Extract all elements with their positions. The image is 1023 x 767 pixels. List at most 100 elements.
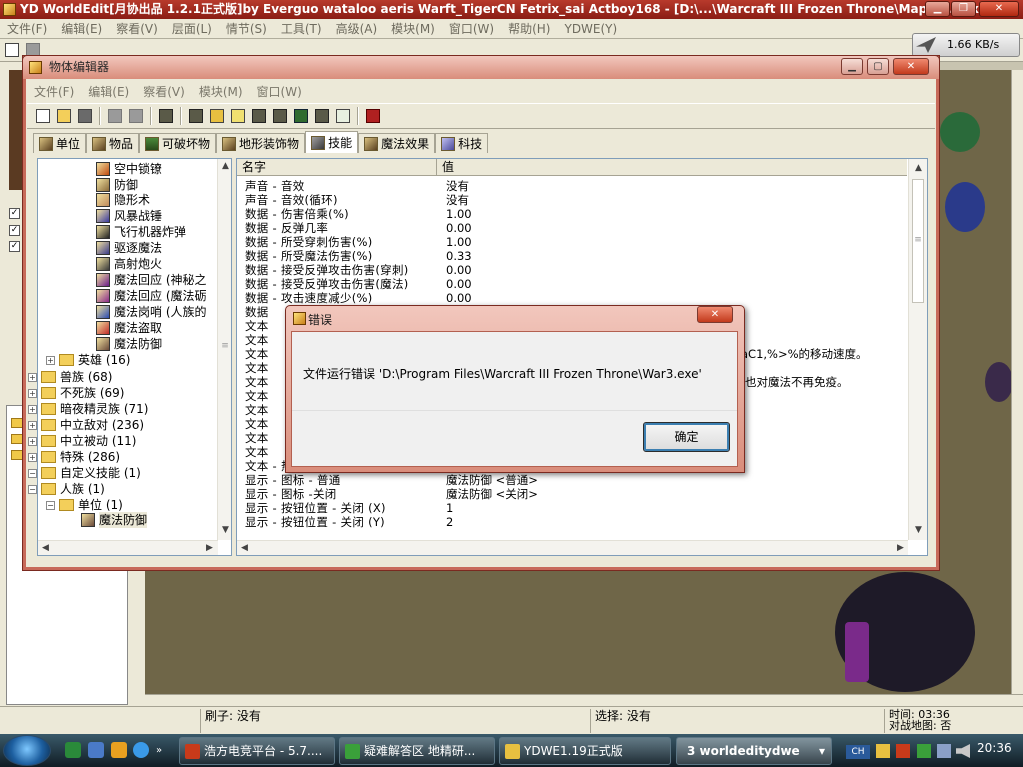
table-row-name[interactable]: 文本 [245, 445, 269, 459]
scroll-left-arrow[interactable]: ◀ [237, 541, 252, 556]
expand-toggle-icon[interactable]: − [28, 484, 37, 494]
map-unit[interactable] [940, 112, 980, 152]
table-row-name[interactable]: 文本 [245, 319, 269, 333]
sound-editor-button[interactable] [228, 106, 248, 126]
option-checkbox-2[interactable]: ✓ [9, 225, 20, 236]
clock[interactable]: 20:36 [977, 741, 1012, 755]
quicklaunch-icon[interactable] [133, 742, 149, 758]
tree-node[interactable]: + 暗夜精灵族 (71) [28, 401, 148, 417]
table-row-name[interactable]: 数据 - 接受反弹攻击伤害(魔法) [245, 277, 409, 291]
tree-node[interactable]: + 兽族 (68) [28, 369, 112, 385]
taskbar-button[interactable]: 疑难解答区 地精研... [339, 737, 495, 765]
test-map-button[interactable] [333, 106, 353, 126]
tray-icon[interactable] [896, 744, 910, 758]
table-row-name[interactable]: 声音 - 音效(循环) [245, 193, 338, 207]
oe-menu-window[interactable]: 窗口(W) [250, 83, 309, 100]
table-row-value[interactable]: 1.00 [446, 235, 472, 249]
expand-toggle-icon[interactable]: + [46, 355, 55, 365]
table-row-value[interactable]: 0.00 [446, 221, 472, 235]
tab-destructibles[interactable]: 可破坏物 [139, 133, 217, 153]
ai-button[interactable] [291, 106, 311, 126]
trigger-editor-button[interactable] [186, 106, 206, 126]
tree-node[interactable]: + 不死族 (69) [28, 385, 124, 401]
tree-node[interactable]: + 特殊 (286) [28, 449, 120, 465]
table-row-value[interactable]: aC1,%>%的移动速度。 [741, 347, 868, 361]
paste-button[interactable] [126, 106, 146, 126]
menu-file[interactable]: 文件(F) [0, 20, 54, 37]
table-row-value[interactable]: 1.00 [446, 207, 472, 221]
tree-node[interactable]: + 中立被动 (11) [28, 433, 136, 449]
scroll-left-arrow[interactable]: ◀ [38, 541, 53, 556]
expand-toggle-icon[interactable]: + [28, 372, 37, 382]
taskbar-button[interactable]: 3 worldeditydwe ▾ [676, 737, 832, 765]
tree-node[interactable]: 驱逐魔法 [96, 240, 162, 256]
menu-tools[interactable]: 工具(T) [274, 20, 329, 37]
show-more-icon[interactable]: » [156, 746, 166, 756]
tree-horizontal-scrollbar[interactable]: ◀ ▶ [38, 540, 218, 555]
oe-menu-file[interactable]: 文件(F) [27, 83, 81, 100]
option-checkbox-1[interactable]: ✓ [9, 208, 20, 219]
start-button[interactable] [3, 735, 51, 766]
menu-layer[interactable]: 层面(L) [165, 20, 219, 37]
tree-vertical-scrollbar[interactable]: ▲ ≡ ▼ [217, 159, 231, 540]
ime-indicator[interactable]: CH [846, 745, 870, 759]
menu-window[interactable]: 窗口(W) [442, 20, 501, 37]
oe-close-button[interactable]: ✕ [893, 58, 929, 75]
scroll-down-arrow[interactable]: ▼ [911, 523, 926, 538]
close-button[interactable]: ✕ [979, 1, 1019, 17]
table-row-name[interactable]: 显示 - 图标 -关闭 [245, 487, 337, 501]
table-horizontal-scrollbar[interactable]: ◀ ▶ [237, 540, 908, 555]
new-object-button[interactable] [33, 106, 53, 126]
table-row-name[interactable]: 数据 - 接受反弹攻击伤害(穿刺) [245, 263, 409, 277]
table-row-value[interactable]: 0.00 [446, 263, 472, 277]
table-row-value[interactable]: 0.00 [446, 291, 472, 305]
save-button[interactable] [75, 106, 95, 126]
menu-view[interactable]: 察看(V) [109, 20, 165, 37]
menu-ydwe[interactable]: YDWE(Y) [557, 22, 624, 36]
open-folder-button[interactable] [54, 106, 74, 126]
minimap[interactable] [9, 70, 23, 190]
table-row-value[interactable]: 魔法防御 <普通> [446, 473, 538, 487]
table-row-name[interactable]: 数据 - 攻击速度减少(%) [245, 291, 373, 305]
table-row-name[interactable]: 数据 - 伤害倍乘(%) [245, 207, 349, 221]
column-header-name[interactable]: 名字 [237, 159, 437, 176]
edit-check-button[interactable] [363, 106, 383, 126]
expand-toggle-icon[interactable]: + [28, 404, 37, 414]
expand-toggle-icon[interactable]: + [28, 420, 37, 430]
table-vertical-scrollbar[interactable]: ▲ ≡ ▼ [908, 159, 927, 540]
scroll-up-arrow[interactable]: ▲ [218, 159, 233, 174]
scroll-down-arrow[interactable]: ▼ [218, 523, 233, 538]
tab-upgrades[interactable]: 科技 [435, 133, 489, 153]
table-row-name[interactable]: 显示 - 按钮位置 - 关闭 (Y) [245, 515, 385, 529]
tree-node[interactable]: 魔法回应 (魔法砺 [96, 288, 207, 304]
oe-minimize-button[interactable]: ▁ [841, 58, 863, 75]
tab-buffs[interactable]: 魔法效果 [358, 133, 436, 153]
table-row-value[interactable]: 也对魔法不再免疫。 [745, 375, 849, 389]
minimize-button[interactable]: ▁ [925, 1, 950, 17]
table-row-name[interactable]: 数据 - 反弹几率 [245, 221, 328, 235]
ai-editor-button[interactable] [207, 106, 227, 126]
quicklaunch-icon[interactable] [88, 742, 104, 758]
map-vertical-scrollbar[interactable] [1011, 70, 1023, 694]
tree-node[interactable]: 风暴战锤 [96, 208, 162, 224]
table-row-name[interactable]: 文本 [245, 389, 269, 403]
map-unit[interactable] [945, 182, 985, 232]
menu-module[interactable]: 模块(M) [384, 20, 442, 37]
object-editor-button[interactable] [249, 106, 269, 126]
table-row-value[interactable]: 0.00 [446, 277, 472, 291]
oe-menu-edit[interactable]: 编辑(E) [81, 83, 136, 100]
tree-node[interactable]: 魔法岗哨 (人族的 [96, 304, 207, 320]
expand-toggle-icon[interactable]: + [28, 436, 37, 446]
table-row-name[interactable]: 文本 [245, 417, 269, 431]
table-row-value[interactable]: 没有 [446, 179, 469, 193]
menu-edit[interactable]: 编辑(E) [54, 20, 109, 37]
table-row-name[interactable]: 声音 - 音效 [245, 179, 305, 193]
menu-advanced[interactable]: 高级(A) [329, 20, 385, 37]
table-row-name[interactable]: 文本 [245, 375, 269, 389]
scroll-right-arrow[interactable]: ▶ [893, 541, 908, 556]
scroll-right-arrow[interactable]: ▶ [202, 541, 217, 556]
network-icon[interactable] [937, 744, 951, 758]
tree-node[interactable]: 魔法盗取 [96, 320, 162, 336]
ok-button[interactable]: 确定 [643, 422, 730, 452]
tree-node[interactable]: 魔法回应 (神秘之 [96, 272, 207, 288]
